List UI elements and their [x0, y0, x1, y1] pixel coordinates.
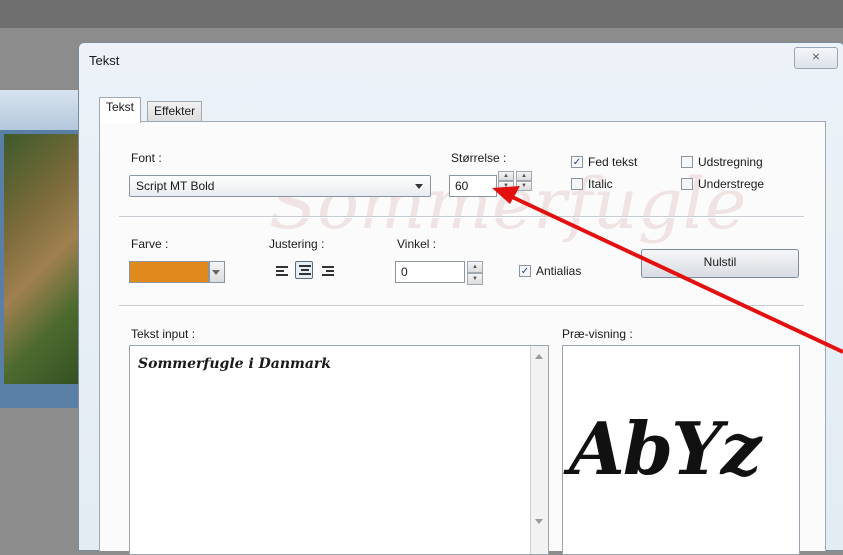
align-left-icon[interactable] [273, 263, 291, 281]
size-stepper[interactable]: ▲ ▼ [498, 171, 514, 193]
align-center-icon[interactable] [295, 261, 313, 279]
checkbox-checked-icon: ✓ [519, 265, 531, 277]
font-value: Script MT Bold [136, 179, 215, 193]
bold-label: Fed tekst [588, 155, 638, 169]
text-dialog: Tekst ⨯ Tekst Effekter Sommerfugle Font … [78, 42, 843, 555]
font-label: Font : [131, 151, 162, 165]
size-label: Størrelse : [451, 151, 507, 165]
vertical-scrollbar[interactable] [530, 346, 548, 554]
strike-label: Udstregning [698, 155, 763, 169]
antialias-label: Antialias [536, 264, 582, 278]
preview-sample-text: AbYz [569, 406, 761, 491]
scroll-up-icon[interactable] [535, 354, 543, 359]
divider [119, 305, 804, 307]
background-strip [0, 0, 843, 28]
size-stepper-secondary[interactable]: ▲ ▼ [516, 171, 532, 193]
angle-label: Vinkel : [397, 237, 437, 251]
divider [119, 216, 804, 218]
underline-label: Understrege [698, 177, 765, 191]
justify-label: Justering : [269, 237, 325, 251]
text-input-area[interactable]: Sommerfugle i Danmark [129, 345, 549, 555]
align-right-icon[interactable] [319, 263, 337, 281]
preview-label: Præ-visning : [562, 327, 633, 341]
text-input-label: Tekst input : [131, 327, 196, 341]
angle-stepper[interactable]: ▲ ▼ [467, 261, 483, 285]
chevron-down-icon [212, 270, 220, 275]
preview-pane: AbYz [562, 345, 800, 555]
tab-effekter[interactable]: Effekter [147, 101, 203, 122]
bold-checkbox[interactable]: ✓ Fed tekst [571, 155, 637, 169]
antialias-checkbox[interactable]: ✓ Antialias [519, 264, 581, 278]
underline-checkbox[interactable]: Understrege [681, 177, 764, 191]
spin-down-icon[interactable]: ▼ [498, 181, 514, 191]
color-label: Farve : [131, 237, 169, 251]
color-swatch[interactable] [129, 261, 209, 283]
close-button[interactable]: ⨯ [794, 47, 838, 69]
spin-down-icon[interactable]: ▼ [467, 273, 483, 285]
angle-input[interactable]: 0 [395, 261, 465, 283]
spin-up-icon[interactable]: ▲ [498, 171, 514, 181]
tab-tekst[interactable]: Tekst [99, 97, 142, 123]
checkbox-icon [681, 178, 693, 190]
reset-button[interactable]: Nulstil [641, 249, 799, 278]
text-input-value: Sommerfugle i Danmark [138, 356, 331, 372]
scroll-down-icon[interactable] [535, 519, 543, 524]
close-icon: ⨯ [811, 51, 821, 63]
spin-down-icon[interactable]: ▼ [516, 181, 532, 191]
font-select[interactable]: Script MT Bold [129, 175, 431, 197]
italic-checkbox[interactable]: Italic [571, 177, 613, 191]
checkbox-icon [681, 156, 693, 168]
checkbox-icon [571, 178, 583, 190]
color-dropdown-button[interactable] [209, 261, 225, 283]
spin-up-icon[interactable]: ▲ [467, 261, 483, 273]
checkbox-checked-icon: ✓ [571, 156, 583, 168]
chevron-down-icon [415, 184, 423, 189]
size-input[interactable]: 60 [449, 175, 497, 197]
spin-up-icon[interactable]: ▲ [516, 171, 532, 181]
dialog-title: Tekst [89, 53, 120, 68]
strike-checkbox[interactable]: Udstregning [681, 155, 763, 169]
italic-label: Italic [588, 177, 613, 191]
